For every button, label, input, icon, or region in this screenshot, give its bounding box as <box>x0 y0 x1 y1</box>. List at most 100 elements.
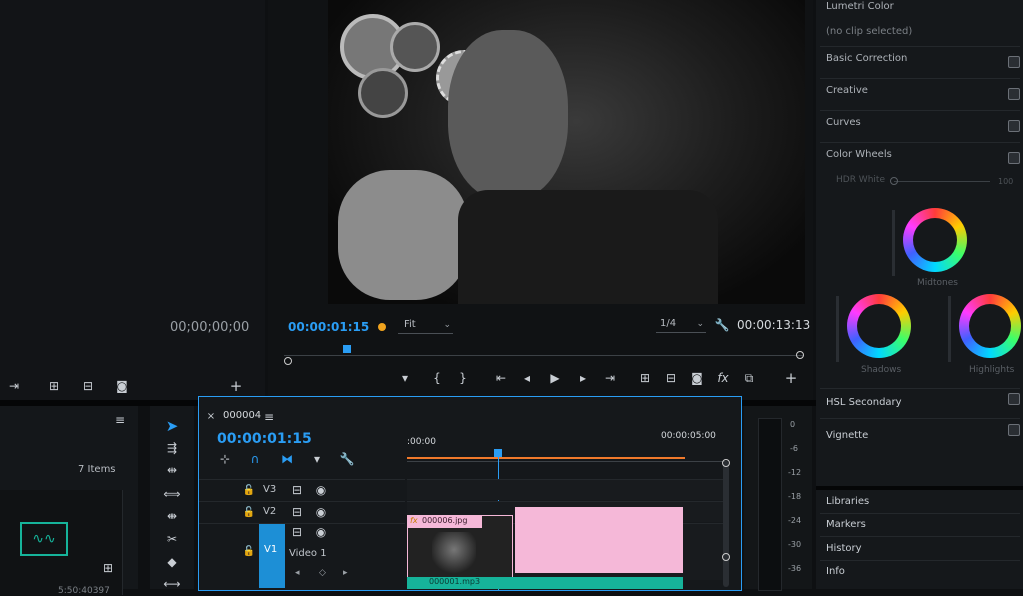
scrub-end-handle[interactable] <box>796 351 804 359</box>
highlights-slider[interactable] <box>948 296 951 362</box>
sync-lock-icon[interactable]: ⊟ <box>287 524 307 540</box>
fit-label: Fit <box>404 319 416 330</box>
sequence-tab[interactable]: 000004 <box>223 410 261 421</box>
creative-checkbox[interactable] <box>1008 88 1020 100</box>
clip-duration-text: 5:50:40397 <box>58 586 110 596</box>
go-to-in-icon[interactable]: ⇤ <box>491 370 511 386</box>
hamburger-menu-icon[interactable]: ≡ <box>259 409 279 425</box>
program-timecode[interactable]: 00:00:01:15 <box>288 320 369 334</box>
curves-checkbox[interactable] <box>1008 120 1020 132</box>
hsl-secondary-checkbox[interactable] <box>1008 393 1020 405</box>
image-clip-extended[interactable] <box>515 507 683 573</box>
track-label: V1 <box>264 544 278 555</box>
keyframe-prev-icon[interactable]: ◂ <box>295 568 300 578</box>
fx-icon[interactable]: fx <box>713 370 733 386</box>
section-curves[interactable]: Curves <box>826 117 861 128</box>
program-scrubber[interactable] <box>284 345 804 365</box>
camera-icon[interactable]: ◙ <box>112 378 132 394</box>
sync-lock-icon[interactable]: ⊟ <box>287 504 307 520</box>
close-icon[interactable]: × <box>201 409 221 425</box>
scroll-handle-bottom[interactable] <box>722 553 730 561</box>
hand <box>338 170 468 300</box>
image-clip[interactable]: fx 000006.jpg <box>407 515 513 579</box>
add-marker-icon[interactable]: ▾ <box>307 451 327 467</box>
mark-in-icon[interactable]: { <box>427 370 447 386</box>
color-wheels-checkbox[interactable] <box>1008 152 1020 164</box>
vignette-checkbox[interactable] <box>1008 424 1020 436</box>
tools-panel: ➤ ⇶ ⇹ ⟺ ⇼ ✂ ◆ ⟷ <box>150 406 194 592</box>
playhead-handle[interactable] <box>343 345 351 353</box>
slide-tool-icon[interactable]: ⟷ <box>162 576 182 592</box>
time-ruler[interactable] <box>407 449 727 462</box>
extract-icon[interactable]: ⊟ <box>661 370 681 386</box>
section-vignette[interactable]: Vignette <box>826 430 868 441</box>
insert-icon[interactable]: ⇥ <box>4 378 24 394</box>
snap-magnet-icon[interactable]: ∩ <box>245 451 265 467</box>
keyframe-add-icon[interactable]: ◇ <box>319 568 326 578</box>
track-lane-v3[interactable] <box>407 479 727 500</box>
ripple-edit-tool-icon[interactable]: ⇹ <box>162 462 182 478</box>
highlights-wheel[interactable] <box>959 294 1021 358</box>
eye-icon[interactable]: ◉ <box>311 482 331 498</box>
go-to-out-icon[interactable]: ⇥ <box>600 370 620 386</box>
midtones-slider[interactable] <box>892 210 895 276</box>
play-icon[interactable]: ▶ <box>545 370 565 386</box>
lock-icon[interactable]: 🔓 <box>239 544 259 560</box>
scrub-start-handle[interactable] <box>284 357 292 365</box>
snap-insert-icon[interactable]: ⊹ <box>215 451 235 467</box>
section-hsl-secondary[interactable]: HSL Secondary <box>826 397 902 408</box>
resolution-select[interactable]: 1/4 ⌄ <box>656 318 706 333</box>
audio-clip[interactable]: 000001.mp3 <box>407 577 683 589</box>
keyframe-next-icon[interactable]: ▸ <box>343 568 348 578</box>
lift-icon[interactable]: ⊞ <box>44 378 64 394</box>
selection-tool-icon[interactable]: ➤ <box>162 418 182 434</box>
add-button-icon[interactable]: + <box>781 370 801 386</box>
eye-icon[interactable]: ◉ <box>311 504 331 520</box>
lock-icon[interactable]: 🔓 <box>239 483 259 499</box>
audio-thumbnail[interactable]: ∿∿ ⊞ 5:50:40397 <box>0 490 123 596</box>
timeline-scrollbar[interactable] <box>723 461 729 587</box>
hamburger-menu-icon[interactable]: ≡ <box>110 412 130 428</box>
panel-history[interactable]: History <box>826 543 862 554</box>
track-select-tool-icon[interactable]: ⇶ <box>162 440 182 456</box>
shadows-wheel[interactable] <box>847 294 911 358</box>
rolling-edit-tool-icon[interactable]: ⟺ <box>162 486 182 502</box>
panel-info[interactable]: Info <box>826 566 845 577</box>
wrench-icon[interactable]: 🔧 <box>337 451 357 467</box>
hdr-white-slider[interactable] <box>894 181 990 182</box>
section-creative[interactable]: Creative <box>826 85 868 96</box>
source-timecode[interactable]: 00;00;00;00 <box>170 320 249 335</box>
razor-tool-icon[interactable]: ✂ <box>162 531 182 547</box>
timeline-timecode[interactable]: 00:00:01:15 <box>217 431 312 447</box>
add-button-icon[interactable]: + <box>226 378 246 394</box>
linked-selection-icon[interactable]: ⧓ <box>277 451 297 467</box>
hdr-slider-handle[interactable] <box>890 177 898 185</box>
step-forward-icon[interactable]: ▸ <box>573 370 593 386</box>
section-basic-correction[interactable]: Basic Correction <box>826 53 907 64</box>
section-color-wheels[interactable]: Color Wheels <box>826 149 892 160</box>
lift-icon[interactable]: ⊞ <box>635 370 655 386</box>
lock-icon[interactable]: 🔓 <box>239 505 259 521</box>
marker-icon[interactable]: ▾ <box>395 370 415 386</box>
scroll-handle-top[interactable] <box>722 459 730 467</box>
panel-markers[interactable]: Markers <box>826 519 866 530</box>
v1-target-toggle[interactable]: V1 <box>259 524 285 588</box>
slip-tool-icon[interactable]: ◆ <box>162 554 182 570</box>
eye-icon[interactable]: ◉ <box>311 524 331 540</box>
sync-lock-icon[interactable]: ⊟ <box>287 482 307 498</box>
rate-stretch-tool-icon[interactable]: ⇼ <box>162 508 182 524</box>
export-frame-icon[interactable]: ◙ <box>687 370 707 386</box>
timeline-playhead[interactable] <box>494 449 502 457</box>
shadows-slider[interactable] <box>836 296 839 362</box>
basic-correction-checkbox[interactable] <box>1008 56 1020 68</box>
track-label: V3 <box>263 484 277 495</box>
fit-select[interactable]: Fit ⌄ <box>398 319 453 334</box>
step-back-icon[interactable]: ◂ <box>517 370 537 386</box>
extract-icon[interactable]: ⊟ <box>78 378 98 394</box>
compare-icon[interactable]: ⧉ <box>739 370 759 386</box>
work-area-bar[interactable] <box>407 457 685 459</box>
wrench-icon[interactable]: 🔧 <box>712 317 732 333</box>
panel-libraries[interactable]: Libraries <box>826 496 869 507</box>
midtones-wheel[interactable] <box>903 208 967 272</box>
mark-out-icon[interactable]: } <box>453 370 473 386</box>
